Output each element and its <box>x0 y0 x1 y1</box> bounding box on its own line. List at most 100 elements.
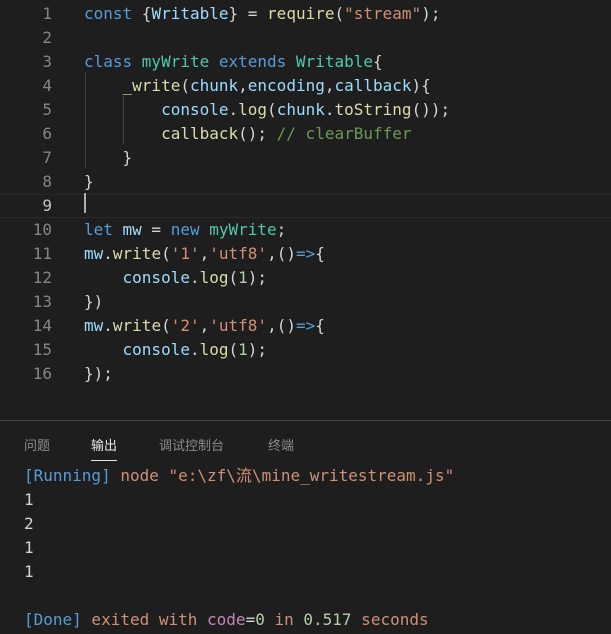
code-token: ( <box>180 76 190 95</box>
code-token: console <box>122 340 190 359</box>
indent-guide <box>85 72 86 168</box>
output-token: 1 <box>24 562 34 581</box>
code-token: let <box>84 220 123 239</box>
output-token: 0.517 <box>303 610 352 629</box>
indent-guide <box>123 96 124 144</box>
code-token: "stream" <box>344 4 422 23</box>
code-token: require <box>267 4 335 23</box>
output-token: code <box>207 610 246 629</box>
code-token: ,() <box>267 316 296 335</box>
code-text: }) <box>84 290 103 314</box>
line-number: 16 <box>32 364 52 383</box>
code-token: { <box>315 244 325 263</box>
output-token: 0 <box>255 610 265 629</box>
code-token: 1 <box>238 340 248 359</box>
code-line[interactable]: 2 <box>0 26 611 50</box>
line-number: 9 <box>42 196 52 215</box>
output-line: [Running] node "e:\zf\流\mine_writestream… <box>24 464 454 488</box>
code-text: _write(chunk,encoding,callback){ <box>84 74 431 98</box>
code-token: ( <box>267 100 277 119</box>
tab-terminal[interactable]: 终端 <box>268 435 294 455</box>
code-token: extends <box>218 52 296 71</box>
code-token: => <box>295 316 316 335</box>
code-line[interactable]: 8} <box>0 170 611 194</box>
code-token: ()); <box>411 100 451 119</box>
code-line[interactable]: 12 console.log(1); <box>0 266 611 290</box>
line-number: 10 <box>32 220 52 239</box>
code-token: }) <box>84 292 104 311</box>
code-line[interactable]: 5 console.log(chunk.toString()); <box>0 98 611 122</box>
code-token: ); <box>247 340 268 359</box>
code-line[interactable]: 4 _write(chunk,encoding,callback){ <box>0 74 611 98</box>
code-token: log <box>238 100 268 119</box>
line-number: 6 <box>42 124 52 143</box>
code-token: (); <box>238 124 277 143</box>
output-line: 1 <box>24 488 34 512</box>
line-number: 14 <box>32 316 52 335</box>
code-token: ( <box>161 316 171 335</box>
code-text: } <box>84 146 133 170</box>
code-line[interactable]: 15 console.log(1); <box>0 338 611 362</box>
code-token: encoding <box>247 76 325 95</box>
code-editor[interactable]: 1 const {Writable} = require("stream"); 2 3… <box>0 0 611 420</box>
code-token: mw <box>122 220 142 239</box>
code-line[interactable]: 11 mw.write('1','utf8',()=>{ <box>0 242 611 266</box>
code-token: { <box>141 4 152 23</box>
code-token: . <box>324 100 335 119</box>
line-number: 2 <box>42 28 52 47</box>
line-number: 13 <box>32 292 52 311</box>
code-token: ); <box>421 4 441 23</box>
output-token: 2 <box>24 514 34 533</box>
code-token: log <box>199 340 229 359</box>
code-text: callback(); // clearBuffer <box>84 122 412 146</box>
code-token: mw <box>84 244 104 263</box>
code-text: mw.write('1','utf8',()=>{ <box>84 242 325 266</box>
output-token: seconds <box>351 610 429 629</box>
code-token: mw <box>84 316 104 335</box>
code-token: write <box>112 244 162 263</box>
line-number: 12 <box>32 268 52 287</box>
code-token: } <box>84 148 133 167</box>
tab-problems[interactable]: 问题 <box>24 435 50 455</box>
code-line[interactable]: 14 mw.write('2','utf8',()=>{ <box>0 314 611 338</box>
code-token: log <box>199 268 229 287</box>
code-line[interactable]: 3 class myWrite extends Writable{ <box>0 50 611 74</box>
output-token: exited with <box>81 610 208 629</box>
code-token: ( <box>334 4 345 23</box>
code-text: const {Writable} = require("stream"); <box>84 2 440 26</box>
code-token: chunk <box>276 100 325 119</box>
code-line[interactable]: 1 const {Writable} = require("stream"); <box>0 2 611 26</box>
line-number: 7 <box>42 148 52 167</box>
code-text: console.log(1); <box>84 266 268 290</box>
code-line[interactable]: 16}); <box>0 362 611 386</box>
line-number: 11 <box>32 244 52 263</box>
code-line[interactable]: 13}) <box>0 290 611 314</box>
panel-tabs: 问题 输出 调试控制台 终端 <box>0 421 611 465</box>
tab-debug-console[interactable]: 调试控制台 <box>159 435 224 455</box>
line-number: 8 <box>42 172 52 191</box>
code-line[interactable]: 9 <box>0 194 611 218</box>
code-text: console.log(1); <box>84 338 268 362</box>
code-token: console <box>122 268 190 287</box>
code-line[interactable]: 7 } <box>0 146 611 170</box>
output-token: [Running] <box>24 466 111 485</box>
tab-output[interactable]: 输出 <box>91 435 118 461</box>
code-token: } <box>84 172 94 191</box>
code-token: ; <box>276 220 287 239</box>
output-line: 2 <box>24 512 34 536</box>
code-token: , <box>199 244 210 263</box>
code-token: chunk <box>189 76 239 95</box>
code-line[interactable]: 10 let mw = new myWrite; <box>0 218 611 242</box>
code-token: write <box>112 316 162 335</box>
code-text: } <box>84 170 94 194</box>
code-token: Writable <box>151 4 229 23</box>
code-token: myWrite <box>209 220 277 239</box>
code-token: callback <box>161 124 239 143</box>
code-token: 'utf8' <box>209 244 268 263</box>
output-line: [Done] exited with code=0 in 0.517 secon… <box>24 608 429 632</box>
code-line[interactable]: 6 callback(); // clearBuffer <box>0 122 611 146</box>
code-token: // clearBuffer <box>276 124 412 143</box>
code-token: toString <box>334 100 412 119</box>
code-token: . <box>189 268 200 287</box>
